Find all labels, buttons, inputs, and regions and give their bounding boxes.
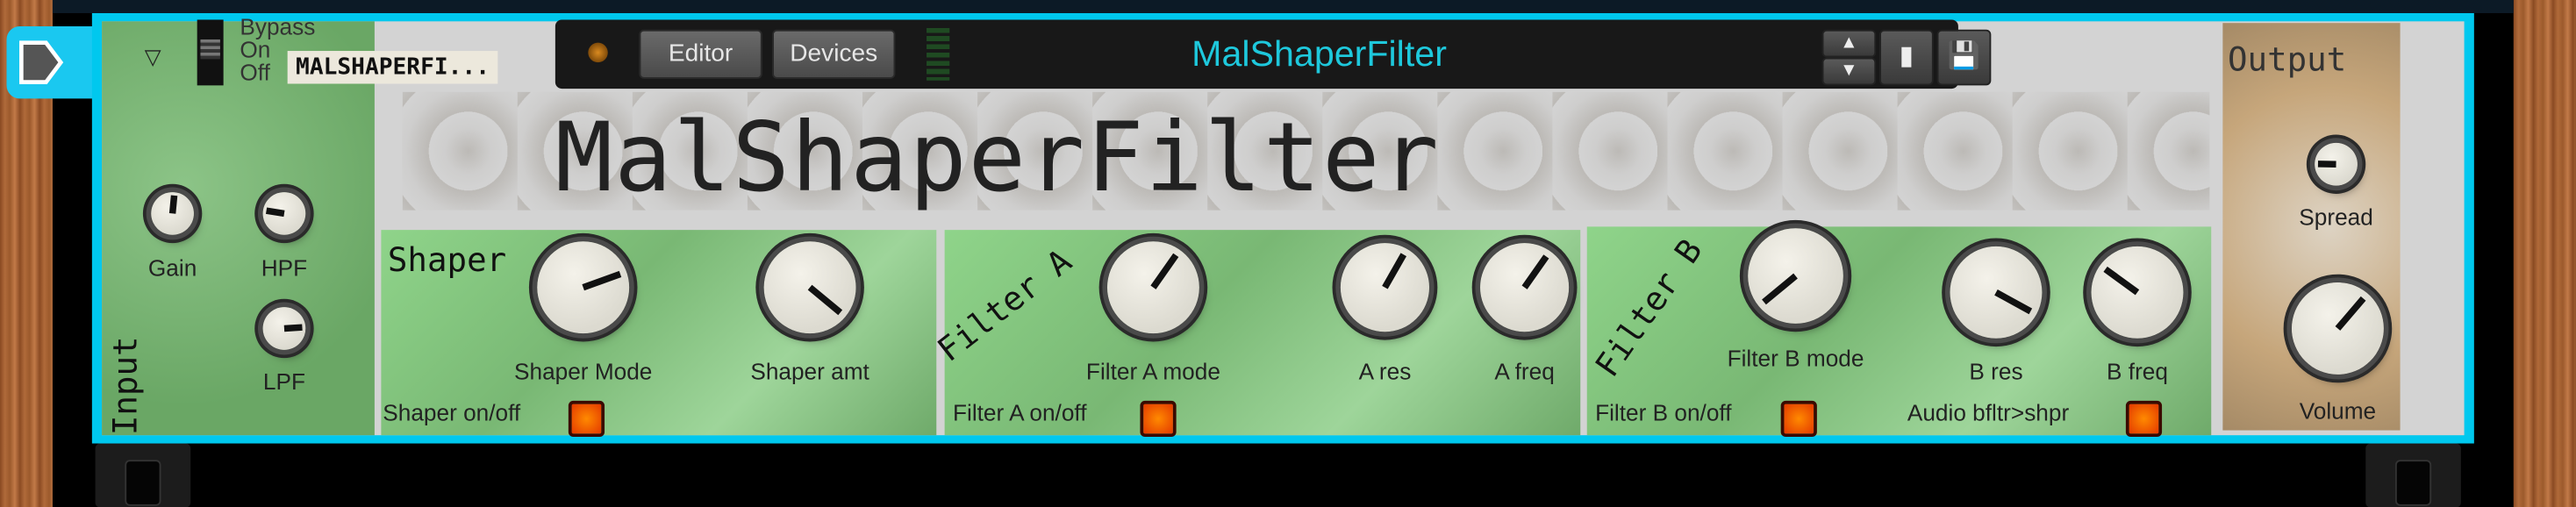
rack-top [52,0,2514,13]
knob-pointer [1994,289,2032,315]
folder-icon[interactable]: ▮ [1879,29,1934,86]
shaper-mode-label: Shaper Mode [514,358,653,385]
shaper-section-title: Shaper [387,239,507,280]
rack-side-right [2513,0,2576,507]
gain-knob[interactable] [151,192,194,235]
filter-b-mode-knob[interactable] [1748,228,1843,324]
devices-button[interactable]: Devices [772,29,896,79]
filter-a-mode-label: Filter A mode [1085,358,1220,385]
filter-a-on-off-toggle[interactable] [1140,400,1177,438]
filter-a-on-off-label: Filter A on/off [952,398,1087,425]
b-freq-label: B freq [2107,358,2168,385]
hpf-knob[interactable] [262,192,306,235]
filter-a-mode-knob[interactable] [1106,241,1199,334]
knob-pointer [1382,253,1406,289]
rack-ear-right [2365,443,2461,507]
device-title: MalShaperFilter [1191,32,1447,75]
knob-pointer [2103,267,2140,296]
input-section-title: Input [104,336,145,436]
arrow-down-icon[interactable]: ▼ [1821,57,1877,86]
knob-pointer [168,195,178,214]
audio-bfltr-shpr-toggle[interactable] [2125,400,2163,438]
spread-label: Spread [2299,204,2373,231]
level-meter [927,27,950,81]
floppy-disk-icon[interactable]: 💾 [1936,29,1992,86]
shaper-on-off-toggle[interactable] [568,400,605,438]
spread-knob[interactable] [2315,142,2358,186]
b-res-label: B res [1969,358,2023,385]
arrow-up-icon[interactable]: ▲ [1821,29,1877,58]
knob-pointer [265,207,285,218]
knob-pointer [2335,296,2366,331]
activity-led [588,42,608,63]
knob-pointer [582,271,621,291]
gain-label: Gain [147,254,197,282]
knob-pointer [1762,273,1798,304]
a-freq-label: A freq [1494,358,1555,385]
knob-pointer [2317,161,2336,168]
lpf-label: LPF [262,368,305,395]
b-freq-knob[interactable] [2091,246,2184,339]
shaper-mode-knob[interactable] [537,241,630,334]
hpf-label: HPF [261,254,308,282]
shaper-amt-knob[interactable] [763,241,856,334]
rack-ear-left [95,443,191,507]
play-arrow-icon [19,40,64,84]
filter-b-on-off-toggle[interactable] [1780,400,1817,438]
shaper-on-off-label: Shaper on/off [383,398,521,425]
knob-pointer [1521,254,1549,289]
editor-button[interactable]: Editor [639,29,762,79]
device-toolbar: Editor Devices MalShaperFilter ▲ ▼ ▮ 💾 [555,19,1992,89]
volume-knob[interactable] [2291,282,2384,375]
triangle-down-icon[interactable]: ▽ [145,45,161,71]
volume-label: Volume [2299,397,2377,425]
b-res-knob[interactable] [1950,246,2043,339]
knob-pointer [807,284,842,315]
output-section-title: Output [2227,39,2347,79]
bypass-switch[interactable] [197,19,224,86]
a-res-label: A res [1358,358,1412,385]
audio-bfltr-shpr-label: Audio bfltr>shpr [1907,398,2070,425]
device-name-tape[interactable]: MALSHAPERFI... [287,51,498,84]
filter-b-mode-label: Filter B mode [1727,345,1864,372]
bypass-option-bypass[interactable]: Bypass [240,15,315,38]
a-freq-knob[interactable] [1480,243,1570,332]
knob-pointer [1150,254,1179,289]
a-res-knob[interactable] [1340,243,1429,332]
shaper-amt-label: Shaper amt [750,358,869,385]
device-fold-tab[interactable] [6,25,96,99]
filter-b-on-off-label: Filter B on/off [1595,398,1732,425]
lpf-knob[interactable] [262,307,306,350]
logo-title: MalShaperFilter [555,102,1441,214]
knob-pointer [283,324,303,332]
